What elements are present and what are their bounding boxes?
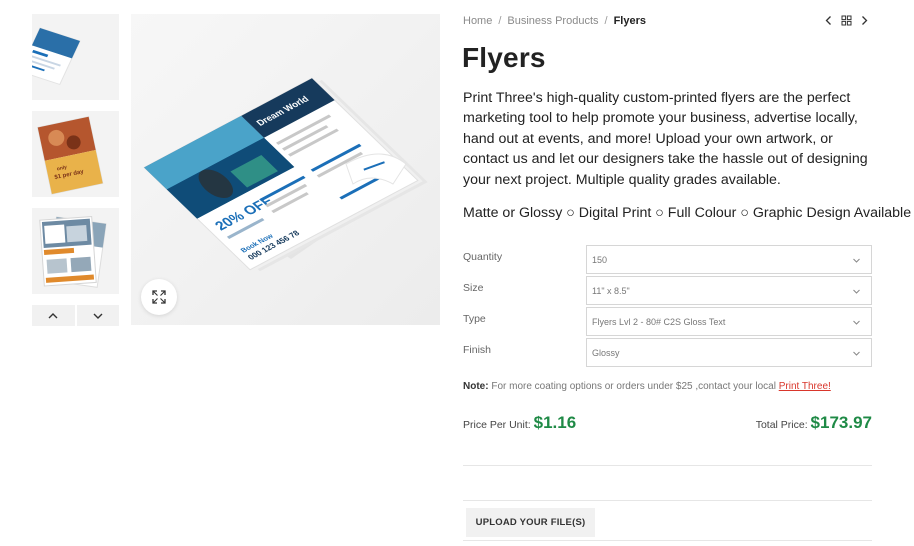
product-features: Matte or Glossy ○ Digital Print ○ Full C… bbox=[463, 205, 912, 221]
chevron-down-icon bbox=[853, 289, 860, 294]
breadcrumb-home[interactable]: Home bbox=[463, 15, 492, 27]
thumbnail-3[interactable] bbox=[32, 208, 119, 294]
option-type: Type Flyers Lvl 2 - 80# C2S Gloss Text bbox=[463, 307, 872, 341]
finish-select[interactable]: Glossy bbox=[586, 338, 872, 367]
divider bbox=[463, 500, 872, 501]
product-description: Print Three's high-quality custom-printe… bbox=[463, 90, 868, 188]
total-price-value: $173.97 bbox=[810, 413, 872, 432]
chevron-down-icon bbox=[853, 351, 860, 356]
flyer-stack-image: Dream World 20% OFF Book Now 000 123 456… bbox=[131, 14, 440, 325]
product-navigation bbox=[823, 15, 870, 26]
chevron-left-icon[interactable] bbox=[823, 15, 834, 26]
coating-note: Note: For more coating options or orders… bbox=[463, 381, 831, 392]
total-price: Total Price: $173.97 bbox=[756, 413, 872, 433]
unit-price: Price Per Unit: $1.16 bbox=[463, 413, 576, 433]
unit-price-value: $1.16 bbox=[533, 413, 577, 432]
chevron-down-icon bbox=[93, 313, 103, 319]
option-quantity: Quantity 150 bbox=[463, 245, 872, 279]
divider bbox=[463, 540, 872, 541]
thumbnail-prev-button[interactable] bbox=[32, 305, 75, 326]
breadcrumb-current: Flyers bbox=[613, 15, 646, 27]
flyer-thumbnail-image: only $1 per day bbox=[32, 111, 119, 197]
thumbnail-navigation bbox=[32, 305, 119, 326]
thumbnail-1[interactable] bbox=[32, 14, 119, 100]
breadcrumb-separator: / bbox=[498, 15, 502, 27]
option-label: Size bbox=[463, 282, 484, 294]
chevron-right-icon[interactable] bbox=[859, 15, 870, 26]
zoom-button[interactable] bbox=[141, 279, 177, 315]
quantity-select[interactable]: 150 bbox=[586, 245, 872, 274]
size-select[interactable]: 11" x 8.5" bbox=[586, 276, 872, 305]
flyer-thumbnail-image bbox=[32, 14, 119, 100]
thumbnail-2[interactable]: only $1 per day bbox=[32, 111, 119, 197]
thumbnail-gallery: only $1 per day bbox=[32, 14, 119, 305]
breadcrumb-separator: / bbox=[604, 15, 608, 27]
page-title: Flyers bbox=[462, 42, 546, 73]
main-product-image[interactable]: Dream World 20% OFF Book Now 000 123 456… bbox=[131, 14, 440, 325]
note-text: For more coating options or orders under… bbox=[488, 381, 779, 392]
breadcrumb: Home / Business Products / Flyers bbox=[463, 15, 646, 27]
unit-price-label: Price Per Unit: bbox=[463, 419, 531, 431]
select-value: Glossy bbox=[592, 347, 620, 358]
upload-files-button[interactable]: UPLOAD YOUR FILE(S) bbox=[466, 508, 595, 537]
chevron-down-icon bbox=[853, 320, 860, 325]
expand-icon bbox=[152, 290, 166, 304]
option-finish: Finish Glossy bbox=[463, 338, 872, 372]
type-select[interactable]: Flyers Lvl 2 - 80# C2S Gloss Text bbox=[586, 307, 872, 336]
grid-icon[interactable] bbox=[841, 15, 852, 26]
thumbnail-next-button[interactable] bbox=[76, 305, 119, 326]
select-value: 11" x 8.5" bbox=[592, 285, 630, 296]
option-label: Type bbox=[463, 313, 486, 325]
note-prefix: Note: bbox=[463, 381, 489, 392]
select-value: Flyers Lvl 2 - 80# C2S Gloss Text bbox=[592, 316, 726, 327]
option-label: Quantity bbox=[463, 251, 503, 263]
note-link[interactable]: Print Three! bbox=[779, 381, 831, 392]
total-price-label: Total Price: bbox=[755, 419, 808, 431]
divider bbox=[463, 465, 872, 466]
flyer-thumbnail-image bbox=[32, 208, 119, 294]
option-label: Finish bbox=[463, 344, 492, 356]
chevron-up-icon bbox=[48, 312, 58, 318]
option-size: Size 11" x 8.5" bbox=[463, 276, 872, 310]
select-value: 150 bbox=[592, 254, 608, 265]
chevron-down-icon bbox=[853, 258, 860, 263]
breadcrumb-category[interactable]: Business Products bbox=[507, 15, 598, 27]
